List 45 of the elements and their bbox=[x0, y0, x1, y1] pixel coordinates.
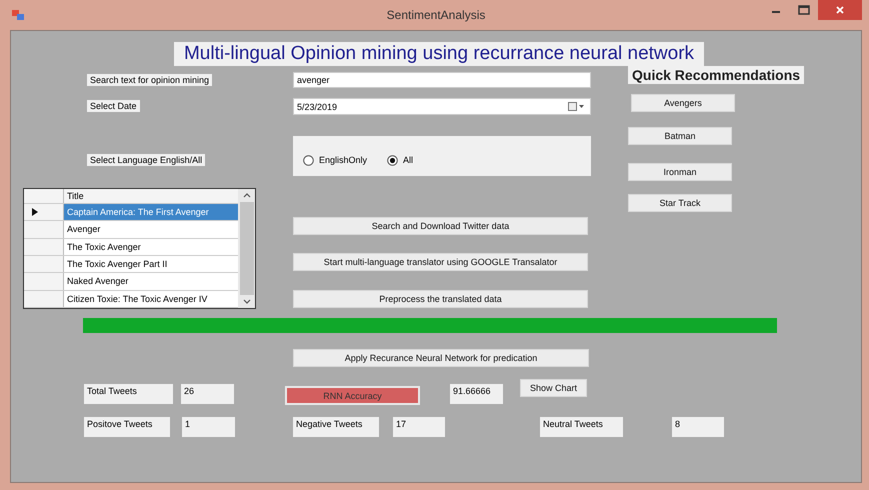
window-title: SentimentAnalysis bbox=[386, 8, 486, 22]
radio-button[interactable]: EnglishOnly bbox=[303, 154, 368, 166]
recommendation-button[interactable]: Ironman bbox=[628, 163, 732, 181]
search-field[interactable]: avenger bbox=[293, 72, 591, 88]
stat-value: 8 bbox=[672, 417, 724, 437]
show-chart-button[interactable]: Show Chart bbox=[520, 379, 587, 397]
scroll-thumb[interactable] bbox=[240, 202, 254, 295]
calendar-dropdown-icon bbox=[568, 102, 584, 111]
stat-label: Positove Tweets bbox=[84, 417, 170, 437]
stat-value: 91.66666 bbox=[450, 384, 503, 404]
table-cell[interactable]: Captain America: The First Avenger bbox=[64, 204, 238, 220]
table-cell[interactable]: The Toxic Avenger bbox=[64, 238, 238, 255]
form-heading: Multi-lingual Opinion mining using recurrance neural network bbox=[174, 42, 704, 66]
field-label: Search text for opinion mining bbox=[87, 74, 212, 86]
column-header[interactable]: Title bbox=[64, 189, 238, 203]
stat-label: Negative Tweets bbox=[293, 417, 379, 437]
stat-value: 26 bbox=[181, 384, 234, 404]
field-label: Select Language English/All bbox=[87, 154, 206, 166]
close-icon bbox=[835, 5, 845, 15]
row-header[interactable] bbox=[24, 204, 64, 220]
table-cell[interactable]: Naked Avenger bbox=[64, 273, 238, 290]
stat-value: 17 bbox=[393, 417, 445, 437]
action-button[interactable]: Search and Download Twitter data bbox=[293, 217, 588, 235]
field-label: Select Date bbox=[87, 100, 140, 112]
table-cell[interactable]: The Toxic Avenger Part II bbox=[64, 256, 238, 272]
table-cell[interactable]: Avenger bbox=[64, 221, 238, 238]
maximize-icon bbox=[798, 5, 810, 15]
radio-button[interactable]: All bbox=[387, 154, 414, 166]
stat-value: 1 bbox=[182, 417, 235, 437]
stat-label: Total Tweets bbox=[84, 384, 173, 404]
table-cell[interactable]: Citizen Toxie: The Toxic Avenger IV bbox=[64, 290, 238, 308]
scroll-up-icon bbox=[242, 192, 250, 198]
recommendation-button[interactable]: Star Track bbox=[628, 194, 732, 212]
action-button[interactable]: Start multi-language translator using GOOGLE Transalator bbox=[293, 253, 588, 271]
action-button[interactable]: Preprocess the translated data bbox=[293, 290, 588, 308]
scroll-down-icon bbox=[242, 299, 250, 305]
apply-button[interactable]: Apply Recurance Neural Network for predication bbox=[293, 349, 589, 367]
app-icon bbox=[12, 10, 24, 20]
recommendation-button[interactable]: Avengers bbox=[631, 94, 735, 112]
recommendation-button[interactable]: Batman bbox=[628, 127, 732, 145]
close-button[interactable] bbox=[818, 0, 862, 20]
stat-label: Neutral Tweets bbox=[540, 417, 623, 437]
date-picker[interactable]: 5/23/2019 bbox=[293, 98, 591, 115]
scrollbar[interactable] bbox=[238, 189, 255, 308]
section-title: Quick Recommendations bbox=[628, 66, 804, 84]
